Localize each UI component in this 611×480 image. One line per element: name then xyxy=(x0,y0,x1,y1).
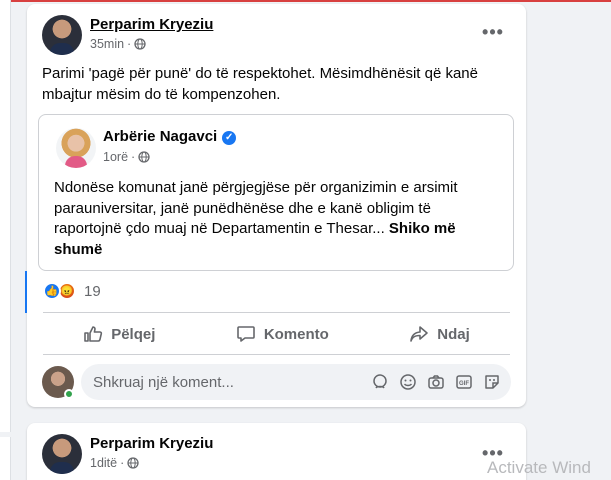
author-name[interactable]: Perparim Kryeziu xyxy=(90,435,213,452)
svg-text:GIF: GIF xyxy=(459,381,469,387)
divider xyxy=(43,354,510,355)
author-avatar[interactable] xyxy=(42,434,82,474)
thumbs-up-icon xyxy=(84,326,103,342)
divider xyxy=(43,312,510,313)
focus-indicator xyxy=(25,271,27,313)
more-options-icon[interactable]: ••• xyxy=(478,22,508,42)
reaction-count[interactable]: 19 xyxy=(84,283,101,300)
camera-icon[interactable] xyxy=(426,373,445,391)
verified-badge-icon: ✓ xyxy=(222,130,237,145)
author-name[interactable]: Perparim Kryeziu xyxy=(90,16,213,33)
shared-post-meta: 1orë · xyxy=(103,150,150,164)
share-icon xyxy=(410,326,429,342)
feed-post: Perparim Kryeziu 35min · ••• Parimi 'pag… xyxy=(27,4,526,407)
comment-label: Komento xyxy=(263,325,329,343)
globe-icon xyxy=(127,457,139,469)
shared-author[interactable]: Arbërie Nagavci ✓ xyxy=(103,128,237,145)
comment-box[interactable]: GIF xyxy=(81,364,511,400)
author-avatar[interactable] xyxy=(42,15,82,55)
online-status-icon xyxy=(64,389,74,399)
post-meta: 35min · xyxy=(90,37,146,51)
like-button[interactable]: Pëlqej xyxy=(71,318,167,350)
reaction-summary[interactable]: 👍 😠 19 xyxy=(43,282,101,300)
share-label: Ndaj xyxy=(437,325,470,343)
activation-watermark: Activate Wind xyxy=(487,458,591,477)
like-label: Pëlqej xyxy=(111,325,156,343)
feed-post: Perparim Kryeziu 1ditë · ••• xyxy=(27,423,526,480)
globe-icon xyxy=(138,151,150,163)
shared-post-text: Ndonëse komunat janë përgjegjëse për org… xyxy=(54,178,494,260)
comment-input[interactable] xyxy=(93,373,373,391)
comment-tools: GIF xyxy=(370,373,501,391)
shared-author-avatar[interactable] xyxy=(56,128,96,168)
shared-post[interactable]: Arbërie Nagavci ✓ 1orë · Ndonëse komunat … xyxy=(38,114,514,271)
share-button[interactable]: Ndaj xyxy=(397,318,482,350)
gif-icon[interactable]: GIF xyxy=(454,373,473,391)
shared-post-time[interactable]: 1orë xyxy=(103,150,128,164)
left-column-card-lower xyxy=(0,437,11,480)
post-time[interactable]: 1ditë xyxy=(90,456,117,470)
emoji-icon[interactable] xyxy=(398,373,417,391)
window-top-border xyxy=(0,0,611,2)
sticker-icon[interactable] xyxy=(482,373,501,391)
comment-composer: GIF xyxy=(42,364,512,400)
post-text: Parimi 'pagë për punë' do të respektohet… xyxy=(42,65,478,103)
comment-icon xyxy=(237,326,255,342)
avatar-sticker-icon[interactable] xyxy=(370,373,389,391)
left-column-card xyxy=(0,0,11,432)
globe-icon xyxy=(134,38,146,50)
post-actions: Pëlqej Komento Ndaj xyxy=(43,315,510,353)
comment-button[interactable]: Komento xyxy=(224,318,341,350)
like-reaction-icon: 👍 xyxy=(43,282,61,300)
post-time[interactable]: 35min xyxy=(90,37,124,51)
shared-author-name[interactable]: Arbërie Nagavci xyxy=(103,128,217,145)
post-meta: 1ditë · xyxy=(90,456,139,470)
